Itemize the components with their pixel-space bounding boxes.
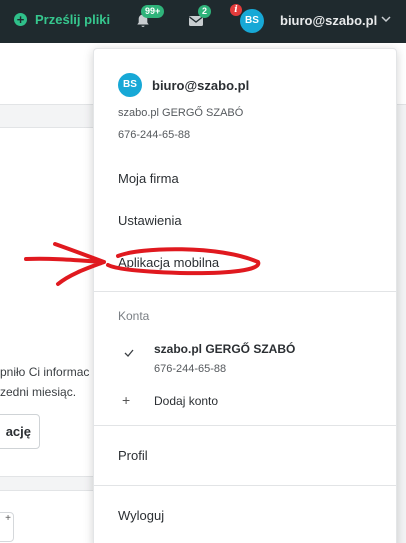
menu-avatar: BS <box>118 73 142 97</box>
menu-email: biuro@szabo.pl <box>152 78 250 93</box>
card-text: pniło Ci informac zedni miesiąc. <box>0 362 89 402</box>
user-menu-toggle[interactable]: biuro@szabo.pl <box>280 13 377 28</box>
menu-item-mobile-app[interactable]: Aplikacja mobilna <box>118 255 219 270</box>
menu-divider <box>94 485 396 486</box>
upload-files-button[interactable]: + Prześlij pliki <box>14 12 110 27</box>
menu-item-settings[interactable]: Ustawienia <box>118 213 182 228</box>
messages-badge: 2 <box>198 5 212 18</box>
account-phone: 676-244-65-88 <box>154 363 227 375</box>
plus-icon: + <box>122 392 131 408</box>
menu-item-profile[interactable]: Profil <box>118 448 148 463</box>
add-account-button[interactable]: Dodaj konto <box>154 394 218 408</box>
plus-circle-icon: + <box>14 13 27 26</box>
checkmark-icon <box>124 349 134 357</box>
chevron-down-icon[interactable] <box>381 15 391 23</box>
menu-item-my-company[interactable]: Moja firma <box>118 171 179 186</box>
card-text-line: pniło Ci informac <box>0 365 90 379</box>
card-text-line: zedni miesiąc. <box>0 385 77 399</box>
upload-files-label: Prześlij pliki <box>35 12 111 27</box>
notifications-badge: 99+ <box>141 5 165 18</box>
info-icon[interactable]: i <box>230 4 242 16</box>
menu-item-logout[interactable]: Wyloguj <box>118 508 164 523</box>
user-dropdown-menu: BS biuro@szabo.pl szabo.pl GERGŐ SZABÓ 6… <box>93 48 397 543</box>
add-widget-button[interactable]: + <box>0 512 14 542</box>
avatar[interactable]: BS <box>240 9 264 33</box>
menu-company-name: szabo.pl GERGŐ SZABÓ <box>118 107 244 119</box>
account-name[interactable]: szabo.pl GERGŐ SZABÓ <box>154 342 295 356</box>
accounts-header: Konta <box>118 309 150 323</box>
menu-phone: 676-244-65-88 <box>118 129 191 141</box>
menu-divider <box>94 425 396 426</box>
card-action-button[interactable]: ację <box>0 414 40 449</box>
menu-divider <box>94 291 396 292</box>
